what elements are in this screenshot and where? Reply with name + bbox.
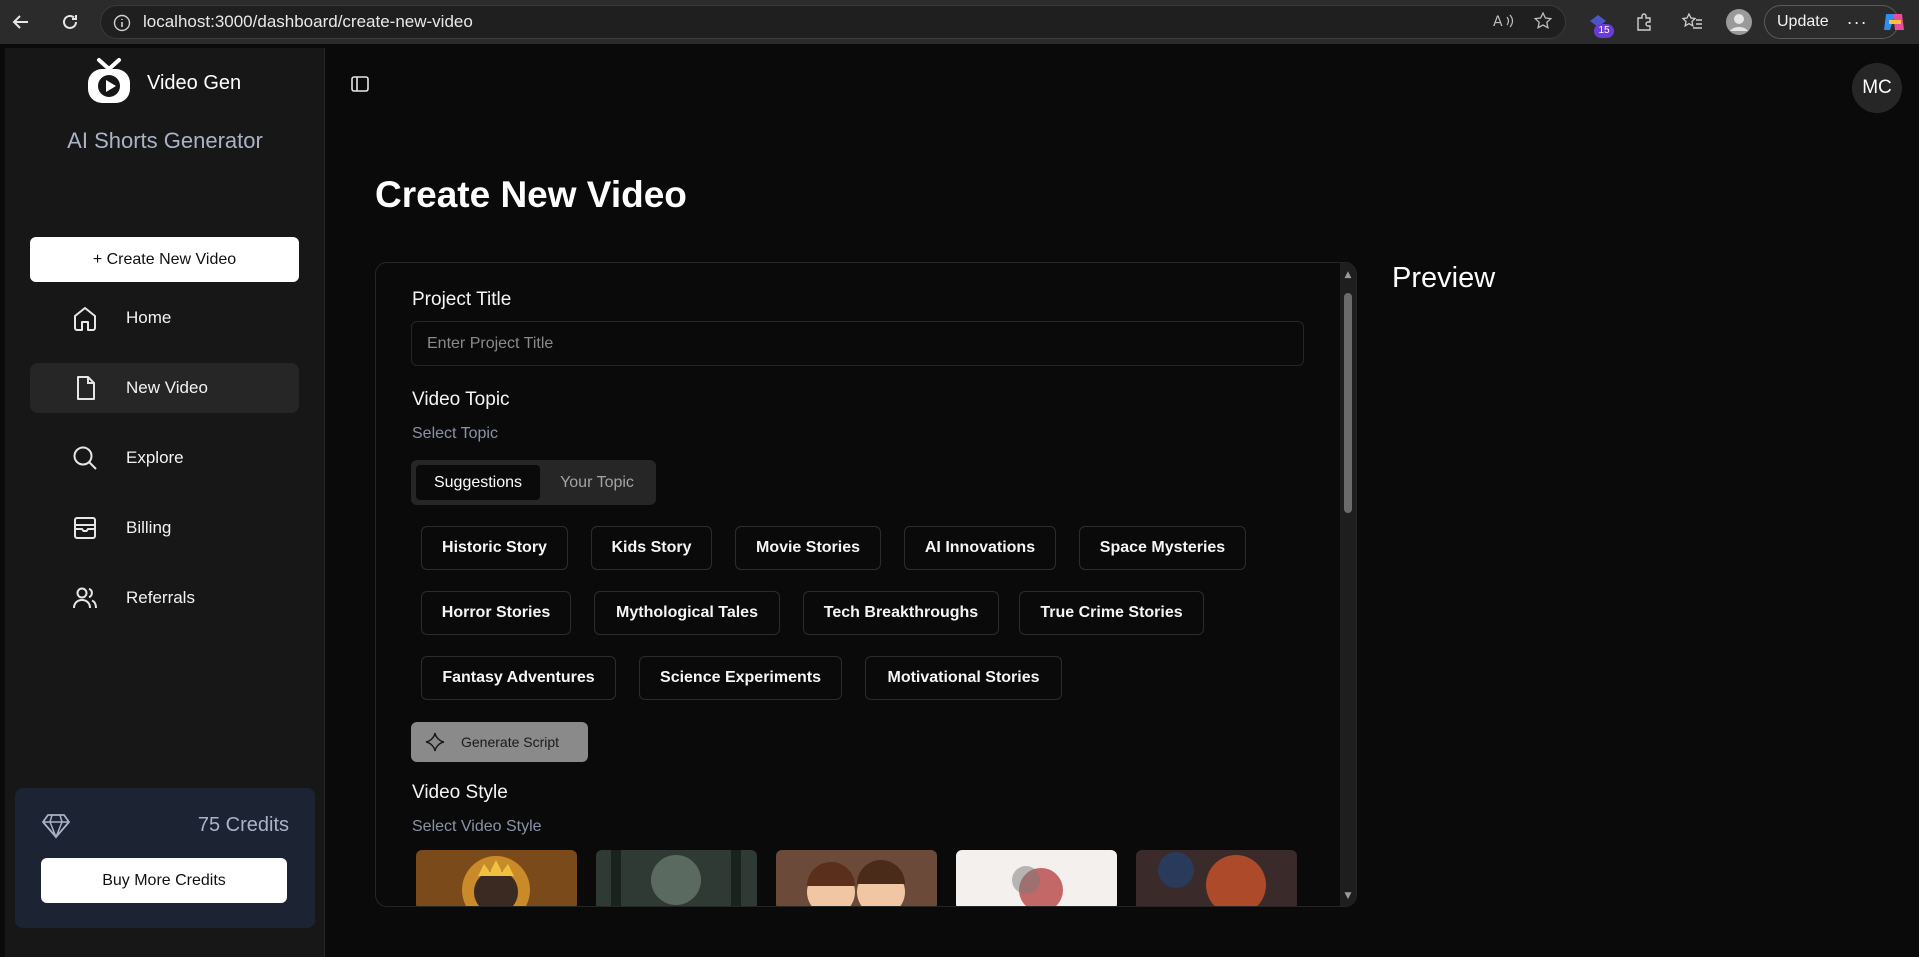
style-thumbnail-cinematic[interactable]: [596, 850, 757, 906]
sidebar: Video Gen AI Shorts Generator + Create N…: [5, 48, 325, 957]
sidebar-item-new-video[interactable]: New Video: [30, 363, 299, 413]
sidebar-toggle-icon[interactable]: [350, 74, 370, 98]
topic-tabs: Suggestions Your Topic: [411, 460, 656, 505]
extension-badge: 15: [1594, 24, 1614, 38]
preview-title: Preview: [1392, 262, 1496, 294]
video-topic-sublabel: Select Topic: [412, 425, 498, 442]
sidebar-item-label: Explore: [126, 448, 184, 467]
topic-chip-space-mysteries[interactable]: Space Mysteries: [1079, 526, 1246, 570]
topic-chip-mythological-tales[interactable]: Mythological Tales: [594, 591, 780, 635]
extensions-puzzle-icon[interactable]: [1633, 11, 1655, 37]
sidebar-item-label: Home: [126, 308, 172, 327]
avatar[interactable]: MC: [1852, 63, 1902, 113]
diamond-icon: [41, 812, 71, 844]
sidebar-item-home[interactable]: Home: [30, 293, 299, 343]
video-style-sublabel: Select Video Style: [412, 818, 542, 835]
search-icon: [70, 443, 100, 473]
wallet-icon: [70, 513, 100, 543]
video-topic-label: Video Topic: [412, 389, 510, 410]
credits-count: 75 Credits: [197, 814, 289, 836]
update-button[interactable]: Update ···: [1764, 5, 1899, 39]
svg-text:A: A: [1493, 14, 1503, 30]
file-icon: [70, 373, 100, 403]
sidebar-item-label: New Video: [126, 378, 208, 397]
style-thumbnail-watercolor[interactable]: [956, 850, 1117, 906]
generate-script-label: Generate Script: [461, 734, 560, 750]
generate-script-button[interactable]: Generate Script: [411, 722, 588, 762]
sidebar-item-label: Billing: [126, 518, 172, 537]
sidebar-item-explore[interactable]: Explore: [30, 433, 299, 483]
favorite-star-icon[interactable]: [1533, 11, 1553, 35]
logo-icon: [85, 56, 133, 110]
form-scrollbar[interactable]: ▲ ▼: [1340, 263, 1356, 906]
copilot-icon[interactable]: [1880, 8, 1908, 40]
url-text: localhost:3000/dashboard/create-new-vide…: [143, 12, 473, 31]
topic-chip-horror-stories[interactable]: Horror Stories: [421, 591, 571, 635]
refresh-icon[interactable]: [57, 9, 83, 35]
topic-chip-kids-story[interactable]: Kids Story: [591, 526, 712, 570]
browser-toolbar: localhost:3000/dashboard/create-new-vide…: [0, 0, 1919, 44]
back-icon[interactable]: [8, 9, 34, 35]
topic-chip-historic-story[interactable]: Historic Story: [421, 526, 568, 570]
topic-chip-true-crime-stories[interactable]: True Crime Stories: [1019, 591, 1204, 635]
scroll-up-icon[interactable]: ▲: [1343, 270, 1353, 280]
topic-chip-fantasy-adventures[interactable]: Fantasy Adventures: [421, 656, 616, 700]
sparkle-icon: [425, 732, 445, 752]
scroll-down-icon[interactable]: ▼: [1343, 891, 1353, 901]
credits-card: 75 Credits Buy More Credits: [15, 788, 315, 928]
scroll-thumb[interactable]: [1344, 293, 1352, 513]
favorites-icon[interactable]: [1681, 11, 1703, 37]
style-thumbnail-realistic[interactable]: [416, 850, 577, 906]
brand-name: Video Gen: [147, 71, 242, 94]
style-thumbnail-fantasy[interactable]: [1136, 850, 1297, 906]
info-icon[interactable]: [113, 14, 131, 36]
topic-chip-motivational-stories[interactable]: Motivational Stories: [865, 656, 1062, 700]
read-aloud-icon[interactable]: A: [1493, 12, 1515, 34]
topic-chip-ai-innovations[interactable]: AI Innovations: [904, 526, 1056, 570]
more-options-icon[interactable]: ···: [1847, 12, 1868, 33]
users-icon: [70, 583, 100, 613]
home-icon: [70, 303, 100, 333]
project-title-label: Project Title: [412, 289, 512, 310]
create-new-video-button[interactable]: + Create New Video: [30, 237, 299, 282]
project-title-input[interactable]: [411, 321, 1304, 366]
app-window: Video Gen AI Shorts Generator + Create N…: [5, 48, 1919, 957]
sidebar-item-label: Referrals: [126, 588, 195, 607]
page-title: Create New Video: [375, 174, 687, 215]
sidebar-item-billing[interactable]: Billing: [30, 503, 299, 553]
create-video-form: Project Title Video Topic Select Topic S…: [375, 262, 1357, 907]
sidebar-item-referrals[interactable]: Referrals: [30, 573, 299, 623]
brand-subtitle: AI Shorts Generator: [67, 128, 263, 153]
topic-chip-science-experiments[interactable]: Science Experiments: [639, 656, 842, 700]
tab-your-topic[interactable]: Your Topic: [542, 465, 652, 500]
video-style-label: Video Style: [412, 782, 508, 803]
profile-icon[interactable]: [1726, 9, 1752, 39]
style-thumbnail-cartoon[interactable]: [776, 850, 937, 906]
topic-chip-tech-breakthroughs[interactable]: Tech Breakthroughs: [803, 591, 999, 635]
update-label: Update: [1777, 13, 1829, 30]
buy-more-credits-button[interactable]: Buy More Credits: [41, 858, 287, 903]
brand[interactable]: Video Gen: [85, 56, 241, 110]
topic-chip-movie-stories[interactable]: Movie Stories: [735, 526, 881, 570]
address-bar[interactable]: localhost:3000/dashboard/create-new-vide…: [100, 5, 1566, 39]
tab-suggestions[interactable]: Suggestions: [416, 465, 540, 500]
